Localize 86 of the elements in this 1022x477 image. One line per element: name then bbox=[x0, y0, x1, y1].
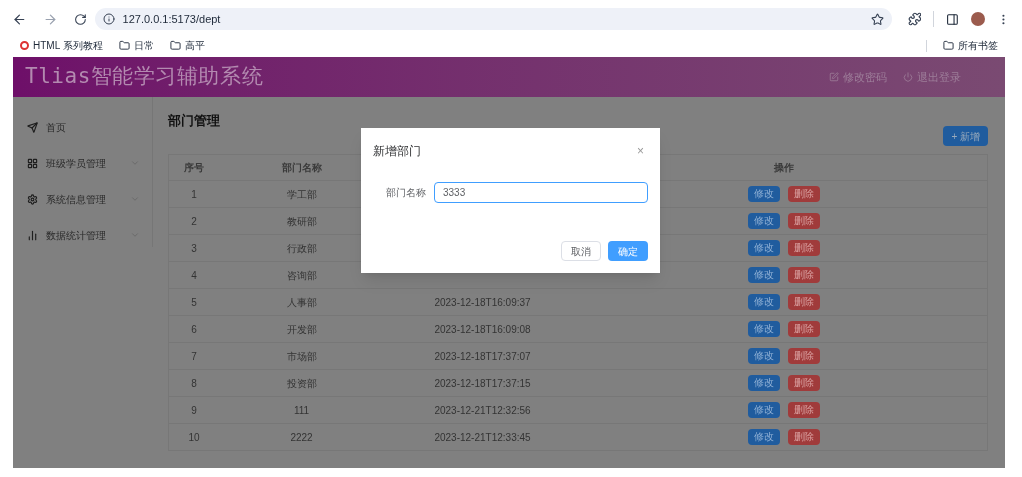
table-cell-text: 2023-12-18T16:09:08 bbox=[434, 322, 531, 337]
edit-button[interactable]: 修改 bbox=[748, 375, 780, 391]
confirm-button[interactable]: 确定 bbox=[608, 241, 648, 261]
site-icon bbox=[20, 41, 29, 50]
reload-icon[interactable] bbox=[73, 12, 87, 26]
sidebar-item[interactable]: 系统信息管理 bbox=[13, 181, 152, 217]
back-icon[interactable] bbox=[12, 11, 27, 27]
column-header: 操作 bbox=[774, 161, 794, 175]
table-cell-text: 2023-12-18T17:37:07 bbox=[434, 349, 531, 364]
delete-button[interactable]: 删除 bbox=[788, 321, 820, 337]
folder-icon bbox=[943, 40, 954, 51]
delete-button[interactable]: 删除 bbox=[788, 213, 820, 229]
avatar-icon[interactable] bbox=[971, 12, 986, 26]
bookmark[interactable]: HTML 系列教程 bbox=[20, 38, 103, 53]
table-cell-text: 人事部 bbox=[286, 295, 317, 310]
table-cell-text: 6 bbox=[191, 322, 197, 337]
delete-button[interactable]: 删除 bbox=[788, 294, 820, 310]
sidebar-item[interactable]: 数据统计管理 bbox=[13, 217, 152, 253]
table-cell-text: 2 bbox=[191, 214, 197, 229]
grid-icon bbox=[27, 157, 38, 169]
table-cell-text: 9 bbox=[191, 403, 197, 418]
address-bar[interactable]: 127.0.0.1:5173/dept bbox=[94, 8, 892, 30]
column-header: 序号 bbox=[184, 161, 204, 175]
edit-button[interactable]: 修改 bbox=[748, 240, 780, 256]
gear-icon bbox=[27, 193, 38, 205]
table-cell-text: 投资部 bbox=[286, 376, 317, 391]
bookmark[interactable]: 日常 bbox=[118, 38, 154, 53]
table-cell-text: 2222 bbox=[290, 430, 313, 445]
send-icon bbox=[27, 121, 38, 133]
table-cell-text: 5 bbox=[191, 295, 197, 310]
close-button[interactable]: × bbox=[637, 145, 644, 157]
edit-button[interactable]: 修改 bbox=[748, 186, 780, 202]
sidebar-item[interactable]: 首页 bbox=[13, 109, 152, 145]
app-title: Tlias智能学习辅助系统 bbox=[25, 63, 264, 91]
sidebar-item[interactable]: 班级学员管理 bbox=[13, 145, 152, 181]
star-icon[interactable] bbox=[870, 12, 884, 26]
info-icon[interactable] bbox=[102, 13, 115, 25]
delete-button[interactable]: 删除 bbox=[788, 240, 820, 256]
add-button[interactable]: + 新增 bbox=[943, 126, 988, 146]
field-label: 部门名称 bbox=[385, 186, 426, 200]
table-cell-text: 市场部 bbox=[286, 349, 317, 364]
table-cell-text: 2023-12-18T16:09:37 bbox=[434, 295, 531, 310]
bookmark[interactable]: 所有书签 bbox=[943, 38, 998, 53]
table-cell-text: 1 bbox=[191, 187, 197, 202]
delete-button[interactable]: 删除 bbox=[788, 186, 820, 202]
table-cell-text: 2023-12-18T17:37:15 bbox=[434, 376, 531, 391]
table-cell-text: 2023-12-21T12:33:45 bbox=[434, 430, 531, 445]
table-cell-text: 8 bbox=[191, 376, 197, 391]
column-header: 部门名称 bbox=[281, 161, 322, 175]
cancel-button[interactable]: 取消 bbox=[561, 241, 601, 261]
extensions-icon[interactable] bbox=[907, 12, 922, 26]
bar-chart-icon bbox=[27, 229, 38, 241]
folder-icon bbox=[118, 40, 130, 51]
bookmark[interactable]: 高平 bbox=[169, 38, 205, 53]
edit-button[interactable]: 修改 bbox=[748, 213, 780, 229]
power-icon bbox=[903, 72, 913, 82]
table-cell-text: 学工部 bbox=[286, 187, 317, 202]
forward-icon[interactable] bbox=[42, 11, 58, 27]
edit-button[interactable]: 修改 bbox=[748, 267, 780, 283]
folder-icon bbox=[169, 40, 181, 51]
delete-button[interactable]: 删除 bbox=[788, 267, 820, 283]
edit-button[interactable]: 修改 bbox=[748, 429, 780, 445]
edit-icon bbox=[829, 72, 839, 82]
table-cell-text: 行政部 bbox=[286, 241, 317, 256]
table-cell-text: 10 bbox=[188, 430, 200, 445]
input-field[interactable]: 3333 bbox=[434, 182, 648, 203]
table-cell-text: 111 bbox=[293, 403, 310, 418]
table-cell-text: 开发部 bbox=[286, 322, 317, 337]
url-text: 127.0.0.1:5173/dept bbox=[122, 11, 221, 27]
delete-button[interactable]: 删除 bbox=[788, 429, 820, 445]
table-cell-text: 3 bbox=[191, 241, 197, 256]
delete-button[interactable]: 删除 bbox=[788, 375, 820, 391]
edit-button[interactable]: 修改 bbox=[748, 348, 780, 364]
table-cell-text: 咨询部 bbox=[286, 268, 317, 283]
dialog-title: 新增部门 bbox=[373, 143, 422, 160]
delete-button[interactable]: 删除 bbox=[788, 348, 820, 364]
side-panel-icon[interactable] bbox=[946, 12, 960, 26]
edit-button[interactable]: 修改 bbox=[748, 402, 780, 418]
table-cell-text: 教研部 bbox=[286, 214, 317, 229]
edit-button[interactable]: 修改 bbox=[748, 321, 780, 337]
delete-button[interactable]: 删除 bbox=[788, 402, 820, 418]
page-title: 部门管理 bbox=[168, 112, 220, 130]
table-cell-text: 2023-12-21T12:32:56 bbox=[434, 403, 531, 418]
edit-button[interactable]: 修改 bbox=[748, 294, 780, 310]
table-cell-text: 7 bbox=[191, 349, 197, 364]
table-cell-text: 4 bbox=[191, 268, 197, 283]
